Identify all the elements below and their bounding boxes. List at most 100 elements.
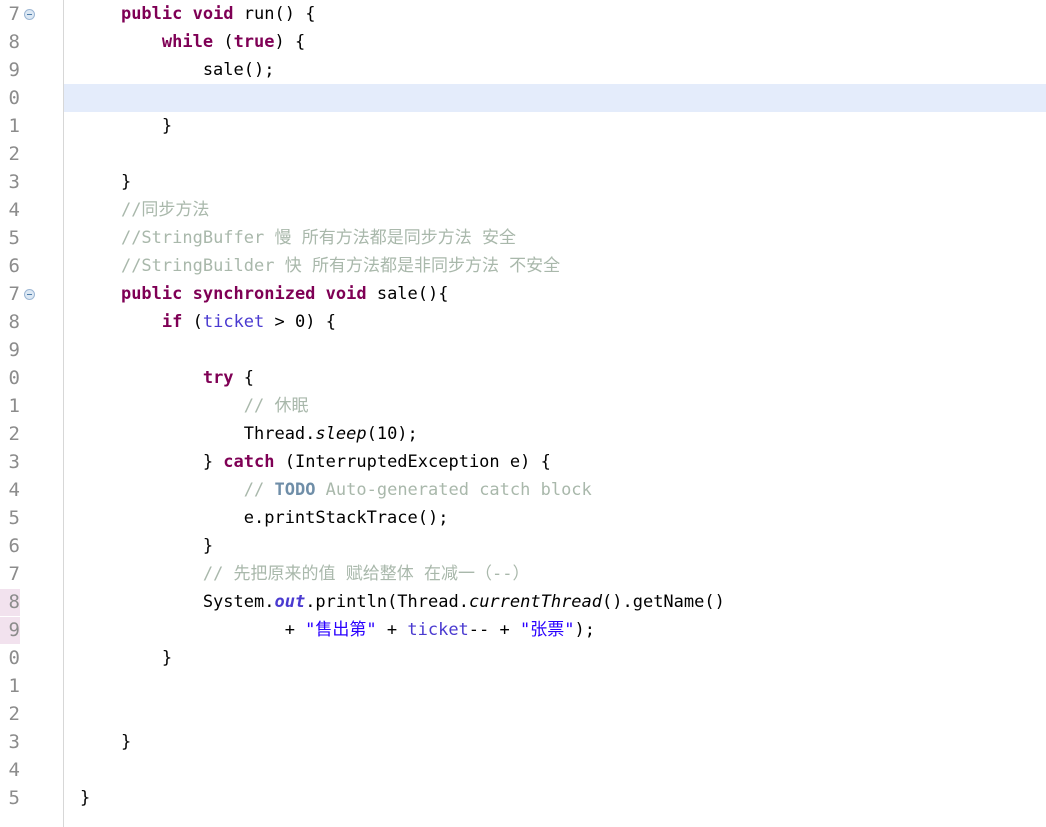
code-token-cmt: //StringBuilder 快 所有方法都是非同步方法 不安全 (120, 256, 561, 276)
code-token-cmt: // 休眠 (243, 396, 309, 416)
code-token-pln: ( (182, 312, 203, 332)
line-number: 4 (8, 759, 20, 781)
gutter-row[interactable]: 6 (0, 532, 63, 560)
gutter-row[interactable]: 1 (0, 672, 63, 700)
code-line[interactable]: } (64, 728, 1046, 756)
code-line[interactable]: if (ticket > 0) { (64, 308, 1046, 336)
code-line[interactable]: // 先把原来的值 赋给整体 在减一（--） (64, 560, 1046, 588)
code-token-pln: { (233, 368, 255, 388)
code-line[interactable]: sale(); (64, 56, 1046, 84)
code-token-pln: + (376, 620, 408, 640)
code-token-pln: .println(Thread. (305, 592, 469, 612)
line-number: 9 (8, 59, 20, 81)
code-fold-collapse-icon[interactable] (24, 289, 35, 300)
editor-gutter[interactable]: 7 8 9 0 1 2 3 4 5 6 7 8 9 0 1 2 3 4 5 6 7 8 9 0 1 2 3 4 5 (0, 0, 64, 827)
gutter-row[interactable]: 1 (0, 112, 63, 140)
gutter-row[interactable]: 3 (0, 448, 63, 476)
code-token-pln: } (80, 788, 91, 808)
code-line[interactable] (64, 140, 1046, 168)
code-token-cmt: //StringBuffer 慢 所有方法都是同步方法 安全 (120, 228, 516, 248)
code-token-kw: catch (223, 452, 275, 472)
gutter-row[interactable]: 0 (0, 364, 63, 392)
code-line[interactable]: while (true) { (64, 28, 1046, 56)
line-number: 9 (8, 339, 20, 361)
code-line[interactable] (64, 756, 1046, 784)
code-token-cmt: // 先把原来的值 赋给整体 在减一（--） (202, 564, 530, 584)
code-token-pln: (InterruptedException e) { (274, 452, 551, 472)
code-line[interactable]: //StringBuilder 快 所有方法都是非同步方法 不安全 (64, 252, 1046, 280)
gutter-row[interactable]: 8 (0, 588, 63, 616)
code-token-stat: sleep (315, 424, 367, 444)
gutter-row[interactable]: 0 (0, 644, 63, 672)
code-line[interactable]: try { (64, 364, 1046, 392)
gutter-row[interactable]: 8 (0, 28, 63, 56)
code-line[interactable] (64, 336, 1046, 364)
line-number: 9 (8, 619, 20, 641)
gutter-row[interactable]: 4 (0, 756, 63, 784)
line-number: 3 (8, 171, 20, 193)
code-line[interactable]: + "售出第" + ticket-- + "张票"); (64, 616, 1046, 644)
code-editor[interactable]: 7 8 9 0 1 2 3 4 5 6 7 8 9 0 1 2 3 4 5 6 7 8 9 0 1 2 3 4 5 public voi… (0, 0, 1046, 827)
code-line[interactable]: public void run() { (64, 0, 1046, 28)
line-number: 1 (8, 115, 20, 137)
code-token-pln: } (80, 648, 173, 668)
gutter-row[interactable]: 1 (0, 392, 63, 420)
gutter-row[interactable]: 2 (0, 140, 63, 168)
code-token-cmt: //同步方法 (120, 200, 210, 220)
gutter-row[interactable]: 5 (0, 784, 63, 812)
code-line[interactable] (64, 700, 1046, 728)
code-token-kw: try (202, 368, 234, 388)
code-fold-collapse-icon[interactable] (24, 9, 35, 20)
gutter-row[interactable]: 7 (0, 0, 63, 28)
code-line[interactable]: //StringBuffer 慢 所有方法都是同步方法 安全 (64, 224, 1046, 252)
gutter-row[interactable]: 4 (0, 476, 63, 504)
line-number: 8 (8, 311, 20, 333)
gutter-row[interactable]: 9 (0, 616, 63, 644)
gutter-row[interactable]: 5 (0, 224, 63, 252)
gutter-row[interactable]: 7 (0, 560, 63, 588)
code-line-current[interactable] (64, 84, 1046, 112)
code-line[interactable]: e.printStackTrace(); (64, 504, 1046, 532)
code-token-pln (80, 312, 162, 332)
gutter-row[interactable]: 6 (0, 252, 63, 280)
gutter-row[interactable]: 2 (0, 420, 63, 448)
code-token-todo: TODO (274, 480, 316, 500)
gutter-row[interactable]: 4 (0, 196, 63, 224)
gutter-row[interactable]: 8 (0, 308, 63, 336)
code-line[interactable]: //同步方法 (64, 196, 1046, 224)
gutter-row[interactable]: 7 (0, 280, 63, 308)
code-token-pln: (10); (366, 424, 418, 444)
gutter-row[interactable]: 5 (0, 504, 63, 532)
gutter-row[interactable]: 3 (0, 728, 63, 756)
gutter-row[interactable]: 9 (0, 336, 63, 364)
code-line[interactable]: } (64, 168, 1046, 196)
code-line[interactable]: } (64, 644, 1046, 672)
line-number: 1 (8, 675, 20, 697)
code-token-kw: public synchronized void (120, 284, 367, 304)
code-line[interactable]: } (64, 532, 1046, 560)
code-token-pln (80, 228, 121, 248)
code-line[interactable]: // 休眠 (64, 392, 1046, 420)
code-line[interactable]: } (64, 784, 1046, 812)
code-token-fld: ticket (202, 312, 265, 332)
gutter-row[interactable]: 2 (0, 700, 63, 728)
code-line[interactable]: System.out.println(Thread.currentThread(… (64, 588, 1046, 616)
code-line[interactable]: } (64, 112, 1046, 140)
code-token-pln: ); (574, 620, 595, 640)
line-number: 8 (8, 591, 20, 613)
code-token-pln: -- + (468, 620, 520, 640)
gutter-row[interactable]: 9 (0, 56, 63, 84)
gutter-row[interactable]: 0 (0, 84, 63, 112)
gutter-row[interactable]: 3 (0, 168, 63, 196)
code-token-pln: ) { (274, 32, 306, 52)
code-text-area[interactable]: public void run() { while (true) { sale(… (64, 0, 1046, 827)
line-number: 2 (8, 423, 20, 445)
line-number: 6 (8, 255, 20, 277)
code-line[interactable]: // TODO Auto-generated catch block (64, 476, 1046, 504)
code-line[interactable]: public synchronized void sale(){ (64, 280, 1046, 308)
line-number: 0 (8, 87, 20, 109)
code-line[interactable]: Thread.sleep(10); (64, 420, 1046, 448)
code-line[interactable]: } catch (InterruptedException e) { (64, 448, 1046, 476)
code-token-str: "张票" (519, 620, 575, 640)
code-line[interactable] (64, 672, 1046, 700)
